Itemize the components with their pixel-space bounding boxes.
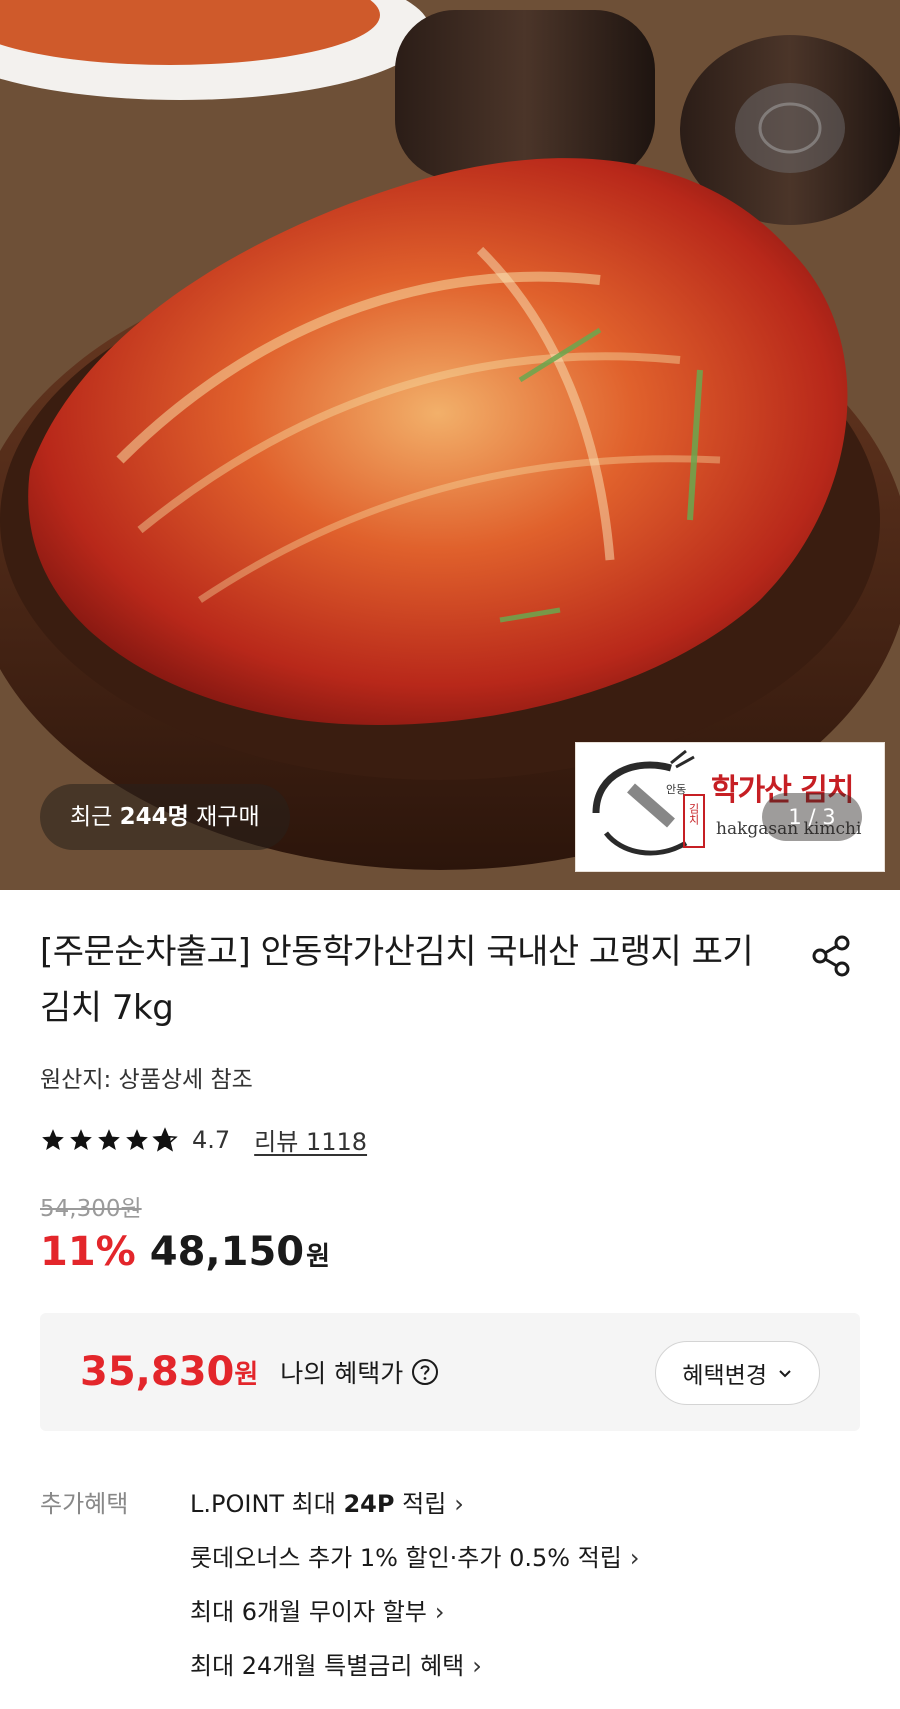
change-benefit-label: 혜택변경 (682, 1363, 767, 1389)
star-icon (126, 1128, 148, 1150)
benefit-lpoint[interactable]: L.POINT 최대 24P 적립 › (190, 1477, 639, 1531)
product-info: [주문순차출고] 안동학가산김치 국내산 고랭지 포기김치 7kg 원산지: 상… (0, 890, 900, 1693)
discount-rate: 11% (40, 1229, 136, 1275)
benefit-text: L.POINT 최대 (190, 1490, 344, 1518)
sale-price: 48,150 (149, 1229, 305, 1275)
brand-small-text-1: 안동 (666, 783, 687, 796)
rating-row: 4.7 리뷰 1118 (40, 1122, 860, 1157)
chevron-down-icon (779, 1370, 791, 1378)
product-image-carousel[interactable]: 최근 244명 재구매 안동 김치 학가산 김치 hakgasan kimchi… (0, 0, 900, 890)
product-title: [주문순차출고] 안동학가산김치 국내산 고랭지 포기김치 7kg (40, 932, 754, 1028)
benefit-bold-text: 24P (343, 1490, 395, 1518)
review-count-link[interactable]: 리뷰 1118 (254, 1122, 367, 1157)
repurchase-suffix: 재구매 (188, 804, 260, 830)
change-benefit-button[interactable]: 혜택변경 (655, 1341, 820, 1405)
extra-benefits-list: L.POINT 최대 24P 적립 › 롯데오너스 추가 1% 할인·추가 0.5… (190, 1477, 639, 1693)
title-row: [주문순차출고] 안동학가산김치 국내산 고랭지 포기김치 7kg (40, 890, 860, 1036)
benefit-special-rate[interactable]: 최대 24개월 특별금리 혜택 › (190, 1639, 639, 1693)
star-icon (98, 1128, 120, 1150)
repurchase-badge: 최근 244명 재구매 (40, 784, 290, 850)
sale-price-unit: 원 (306, 1242, 331, 1272)
benefit-price: 35,830 (80, 1349, 235, 1395)
benefit-text: 최대 24개월 특별금리 혜택 (190, 1652, 465, 1680)
chevron-right-icon: › (434, 1598, 445, 1626)
price-row: 11% 48,150 원 (40, 1229, 860, 1275)
rating-value: 4.7 (192, 1125, 231, 1154)
repurchase-count: 244명 (119, 804, 189, 830)
share-icon (812, 935, 850, 977)
benefit-text: 최대 6개월 무이자 할부 (190, 1598, 427, 1626)
star-icon (70, 1128, 92, 1150)
benefit-text: 롯데오너스 추가 1% 할인·추가 0.5% 적립 (190, 1544, 622, 1572)
benefit-price-unit: 원 (234, 1359, 259, 1390)
repurchase-prefix: 최근 (70, 804, 120, 830)
chevron-right-icon: › (472, 1652, 482, 1680)
chevron-right-icon: › (629, 1544, 640, 1572)
question-circle-icon[interactable] (411, 1358, 439, 1386)
image-pager: 1 / 3 (762, 793, 862, 841)
original-price: 54,300원 (40, 1196, 142, 1222)
benefit-text: 적립 (394, 1490, 447, 1518)
star-half-icon (152, 1126, 178, 1152)
benefit-price-label: 나의 혜택가 (280, 1359, 404, 1388)
brand-small-text-2: 김치 (687, 803, 700, 825)
benefit-lotte-owners[interactable]: 롯데오너스 추가 1% 할인·추가 0.5% 적립 › (190, 1531, 639, 1585)
extra-benefits: 추가혜택 L.POINT 최대 24P 적립 › 롯데오너스 추가 1% 할인·추… (40, 1477, 860, 1693)
benefit-installment[interactable]: 최대 6개월 무이자 할부 › (190, 1585, 639, 1639)
share-button[interactable] (804, 928, 860, 984)
chevron-right-icon: › (454, 1490, 464, 1518)
star-rating (40, 1126, 178, 1153)
origin-info: 원산지: 상품상세 참조 (40, 1067, 253, 1093)
star-icon (42, 1128, 64, 1150)
extra-benefits-label: 추가혜택 (40, 1490, 129, 1518)
benefit-price-box: 35,830 원 나의 혜택가 혜택변경 (40, 1313, 860, 1431)
